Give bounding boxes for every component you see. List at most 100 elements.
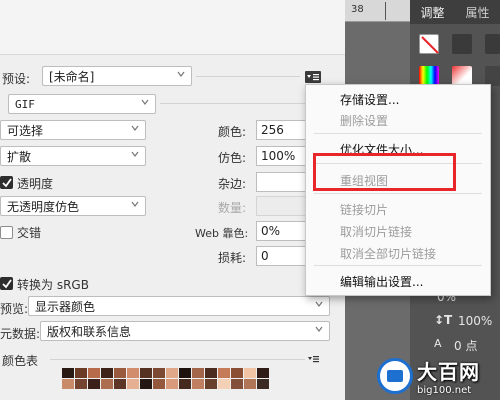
lossy-label: 损耗: [218,251,247,265]
color-table-swatches[interactable] [62,368,269,400]
watermark-logo-icon [377,358,413,394]
color-swatch[interactable] [257,379,269,389]
color-swatch[interactable] [192,368,204,378]
color-table-label: 颜色表 [2,354,39,368]
color-swatch[interactable] [244,368,256,378]
color-table-divider [50,359,305,360]
color-swatch[interactable] [88,379,100,389]
transparency-dither-select[interactable]: 无透明度仿色 [0,196,146,216]
color-swatch[interactable] [75,379,87,389]
preset-label: 预设: [2,72,31,86]
color-swatch[interactable] [179,379,191,389]
color-swatch[interactable] [231,379,243,389]
interlaced-checkbox[interactable] [0,226,13,239]
dither-amount-field[interactable]: 100% [256,146,306,166]
color-swatch[interactable] [231,368,243,378]
tracking-value[interactable]: 100% [458,314,492,328]
dither-amount-label: 仿色: [218,151,247,165]
color-swatch[interactable] [114,368,126,378]
format-value: GIF [15,97,35,111]
watermark-url: big100.net [417,385,472,396]
dither-select[interactable]: 扩散 [0,146,146,166]
color-swatch[interactable] [153,379,165,389]
color-swatch[interactable] [140,368,152,378]
palette-select[interactable]: 可选择 [0,120,146,140]
no-color-icon[interactable] [419,34,439,54]
tab-adjust[interactable]: 调整 [410,0,455,24]
chevron-down-icon [141,98,149,106]
gradient-icon[interactable] [452,66,472,86]
color-swatch[interactable] [257,368,269,378]
color-swatch[interactable] [166,379,178,389]
amount-label: 数量: [218,201,247,215]
metadata-value: 版权和联系信息 [47,324,132,339]
transparency-label: 透明度 [17,177,54,191]
lossy-field[interactable]: 0 [256,246,306,266]
color-swatch[interactable] [179,368,191,378]
preview-label: 预览: [0,302,29,316]
matte-field[interactable] [256,172,306,192]
metadata-label: 元数据: [0,327,41,341]
menu-item-unlink-slices: 取消切片链接 [340,225,413,239]
color-swatch[interactable] [205,368,217,378]
color-swatch[interactable] [88,368,100,378]
solid-fill-icon[interactable] [452,34,472,54]
metadata-select[interactable]: 版权和联系信息 [40,321,330,341]
menu-item-delete-settings: 删除设置 [340,114,389,128]
gradient-map-icon[interactable] [419,66,439,86]
interlaced-label: 交错 [17,226,42,240]
menu-separator [314,133,482,134]
color-swatch[interactable] [101,379,113,389]
chevron-down-icon [131,124,139,132]
color-swatch[interactable] [218,368,230,378]
convert-srgb-label: 转换为 sRGB [17,278,89,292]
ruler-mark: 38 [351,4,364,15]
watermark-name: 大百网 [417,360,480,384]
watermark: 大百网 big100.net [377,356,480,396]
format-select[interactable]: GIF [8,94,156,114]
color-swatch[interactable] [140,379,152,389]
menu-separator [314,265,482,266]
baseline-value[interactable]: 0 点 [454,337,477,354]
color-swatch[interactable] [75,368,87,378]
chevron-down-icon [131,150,139,158]
tab-properties[interactable]: 属性 [455,0,500,24]
color-swatch[interactable] [153,368,165,378]
preview-value: 显示器颜色 [35,299,96,314]
preset-divider [196,76,300,77]
transparency-dither-value: 无透明度仿色 [7,199,80,214]
menu-separator [314,193,482,194]
color-swatch[interactable] [205,379,217,389]
menu-item-save-settings[interactable]: 存储设置... [340,91,399,108]
preview-select[interactable]: 显示器颜色 [28,296,330,316]
color-swatch[interactable] [62,368,74,378]
matte-label: 杂边: [218,177,247,191]
chevron-down-icon [315,300,323,308]
menu-item-edit-output-settings[interactable]: 编辑输出设置... [340,273,423,290]
color-swatch[interactable] [62,379,74,389]
optimize-settings-panel: 预设: [未命名] GIF 可选择 颜色: 256 扩散 仿色: 100% 透明… [0,0,345,400]
transparency-checkbox[interactable] [0,176,13,189]
tracking-icon: ↕T [434,313,453,327]
color-swatch[interactable] [218,379,230,389]
web-snap-field[interactable]: 0% [256,221,306,241]
color-swatch[interactable] [244,379,256,389]
color-table-menu-icon[interactable] [308,353,320,367]
palette-value: 可选择 [7,123,44,138]
color-swatch[interactable] [166,368,178,378]
color-swatch[interactable] [101,368,113,378]
options-menu-icon[interactable] [305,71,321,83]
color-swatch[interactable] [127,379,139,389]
pattern-icon[interactable] [485,66,500,86]
color-swatch[interactable] [127,368,139,378]
convert-srgb-checkbox[interactable] [0,277,13,290]
colors-field[interactable]: 256 [256,120,306,140]
format-divider [160,103,305,104]
layer-icon[interactable] [485,34,500,54]
chevron-down-icon [131,200,139,208]
color-swatch[interactable] [114,379,126,389]
panel-tabs: 调整 属性 [410,0,500,24]
color-swatch[interactable] [192,379,204,389]
preset-select[interactable]: [未命名] [42,66,192,86]
chevron-down-icon [177,70,185,78]
